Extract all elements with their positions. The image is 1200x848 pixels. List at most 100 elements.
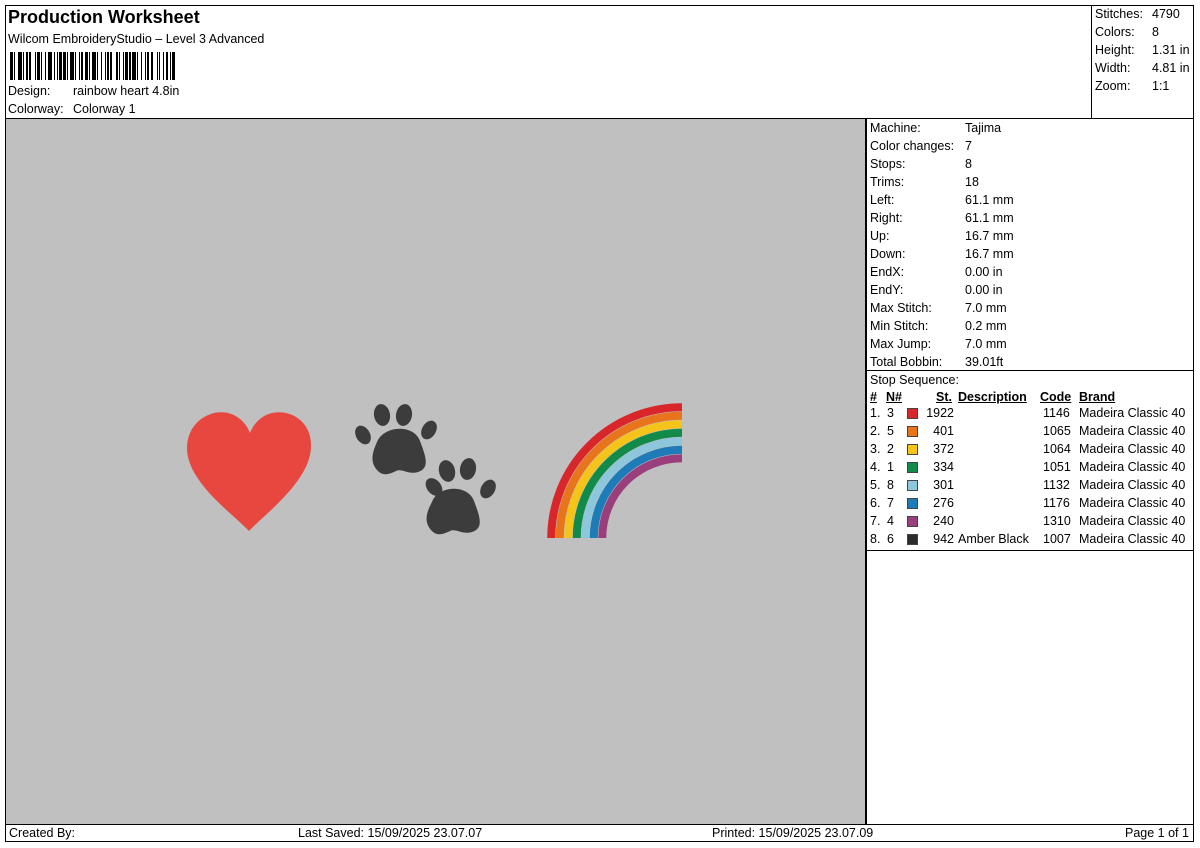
- stat-value: 0.00 in: [965, 265, 1003, 279]
- stat-label: Trims:: [870, 175, 905, 189]
- thread-brand: Madeira Classic 40: [1079, 478, 1186, 492]
- stat-value: 8: [965, 157, 972, 171]
- stat-value: 0.00 in: [965, 283, 1003, 297]
- colorway-row: Colorway: Colorway 1: [8, 102, 136, 116]
- thread-color-swatch: [907, 426, 918, 437]
- stitch-count: 334: [933, 460, 954, 474]
- stat-label: EndY:: [870, 283, 904, 297]
- stat-label: Machine:: [870, 121, 921, 135]
- stat-value: 61.1 mm: [965, 211, 1014, 225]
- stat-row: Stops: 8: [870, 157, 972, 171]
- summary-value: 1:1: [1152, 79, 1170, 93]
- stat-value: 18: [965, 175, 979, 189]
- stat-value: 7.0 mm: [965, 337, 1007, 351]
- table-row: 3. 2 372 1064 Madeira Classic 40: [867, 442, 1193, 460]
- col-header-num: #: [870, 390, 877, 404]
- thread-brand: Madeira Classic 40: [1079, 496, 1186, 510]
- thread-color-swatch: [907, 516, 918, 527]
- summary-label: Stitches:: [1095, 7, 1143, 21]
- thread-code: 1051: [1043, 460, 1071, 474]
- stats-divider: [866, 370, 1194, 371]
- col-header-stitches: St.: [936, 390, 952, 404]
- thread-brand: Madeira Classic 40: [1079, 442, 1186, 456]
- stat-row: Max Stitch: 7.0 mm: [870, 301, 1007, 315]
- stitch-count: 301: [933, 478, 954, 492]
- row-number: 6.: [870, 496, 881, 510]
- worksheet-header: Production Worksheet Wilcom EmbroiderySt…: [5, 5, 1092, 118]
- thread-brand: Madeira Classic 40: [1079, 514, 1186, 528]
- stitch-count: 240: [933, 514, 954, 528]
- barcode-bar: [174, 52, 179, 80]
- table-row: 7. 4 240 1310 Madeira Classic 40: [867, 514, 1193, 532]
- stat-label: Total Bobbin:: [870, 355, 943, 369]
- table-row: 4. 1 334 1051 Madeira Classic 40: [867, 460, 1193, 478]
- design-value: rainbow heart 4.8in: [73, 84, 180, 98]
- table-divider: [866, 550, 1194, 551]
- col-header-brand: Brand: [1079, 390, 1116, 404]
- thread-color-swatch: [907, 408, 918, 419]
- footer-divider: [5, 824, 1194, 825]
- stitch-count: 372: [933, 442, 954, 456]
- stat-row: Trims: 18: [870, 175, 979, 189]
- page-title: Production Worksheet: [8, 7, 200, 27]
- table-row: 6. 7 276 1176 Madeira Classic 40: [867, 496, 1193, 514]
- row-number: 3.: [870, 442, 881, 456]
- design-preview: [6, 119, 865, 824]
- row-number: 4.: [870, 460, 881, 474]
- stat-row: EndX: 0.00 in: [870, 265, 1003, 279]
- summary-zoom: Zoom: 1:1: [1095, 79, 1169, 93]
- needle-number: 6: [887, 532, 894, 546]
- thread-color-swatch: [907, 444, 918, 455]
- stat-value: 7: [965, 139, 972, 153]
- thread-code: 1146: [1043, 406, 1070, 420]
- summary-stitches: Stitches: 4790: [1095, 7, 1180, 21]
- stat-label: Up:: [870, 229, 890, 243]
- summary-value: 1.31 in: [1152, 43, 1190, 57]
- summary-value: 4.81 in: [1152, 61, 1190, 75]
- table-row: 1. 3 1922 1146 Madeira Classic 40: [867, 406, 1193, 424]
- stitch-count: 1922: [926, 406, 954, 420]
- summary-value: 8: [1152, 25, 1159, 39]
- needle-number: 4: [887, 514, 894, 528]
- needle-number: 1: [887, 460, 894, 474]
- summary-label: Colors:: [1095, 25, 1135, 39]
- needle-number: 2: [887, 442, 894, 456]
- colorway-label: Colorway:: [8, 102, 64, 116]
- row-number: 1.: [870, 406, 881, 420]
- stitch-count: 276: [933, 496, 954, 510]
- thread-brand: Madeira Classic 40: [1079, 460, 1186, 474]
- paw-print-icon: [425, 458, 496, 535]
- row-number: 7.: [870, 514, 881, 528]
- paw-print-icon: [355, 404, 437, 475]
- col-header-code: Code: [1040, 390, 1072, 404]
- table-row: 8. 6 942 Amber Black 1007 Madeira Classic 40: [867, 532, 1193, 550]
- row-number: 8.: [870, 532, 881, 546]
- thread-code: 1007: [1043, 532, 1071, 546]
- design-label: Design:: [8, 84, 51, 98]
- thread-color-swatch: [907, 462, 918, 473]
- page-number: Page 1 of 1: [1125, 826, 1189, 840]
- stop-sequence-title: Stop Sequence:: [870, 373, 959, 387]
- thread-code: 1310: [1043, 514, 1071, 528]
- stat-row: Max Jump: 7.0 mm: [870, 337, 1007, 351]
- thread-description: Amber Black: [958, 532, 1029, 546]
- stat-label: Right:: [870, 211, 903, 225]
- stat-value: 16.7 mm: [965, 247, 1014, 261]
- row-number: 5.: [870, 478, 881, 492]
- stat-row: Down: 16.7 mm: [870, 247, 1014, 261]
- thread-code: 1065: [1043, 424, 1071, 438]
- stat-value: 0.2 mm: [965, 319, 1007, 333]
- stat-value: 16.7 mm: [965, 229, 1014, 243]
- stat-row: Left: 61.1 mm: [870, 193, 1014, 207]
- summary-height: Height: 1.31 in: [1095, 43, 1190, 57]
- summary-label: Width:: [1095, 61, 1131, 75]
- summary-label: Zoom:: [1095, 79, 1131, 93]
- stat-label: Stops:: [870, 157, 906, 171]
- stat-value: 7.0 mm: [965, 301, 1007, 315]
- stat-label: Min Stitch:: [870, 319, 929, 333]
- stat-label: Color changes:: [870, 139, 955, 153]
- thread-brand: Madeira Classic 40: [1079, 424, 1186, 438]
- software-name: Wilcom EmbroideryStudio – Level 3 Advanc…: [8, 32, 265, 46]
- needle-number: 5: [887, 424, 894, 438]
- summary-width: Width: 4.81 in: [1095, 61, 1190, 75]
